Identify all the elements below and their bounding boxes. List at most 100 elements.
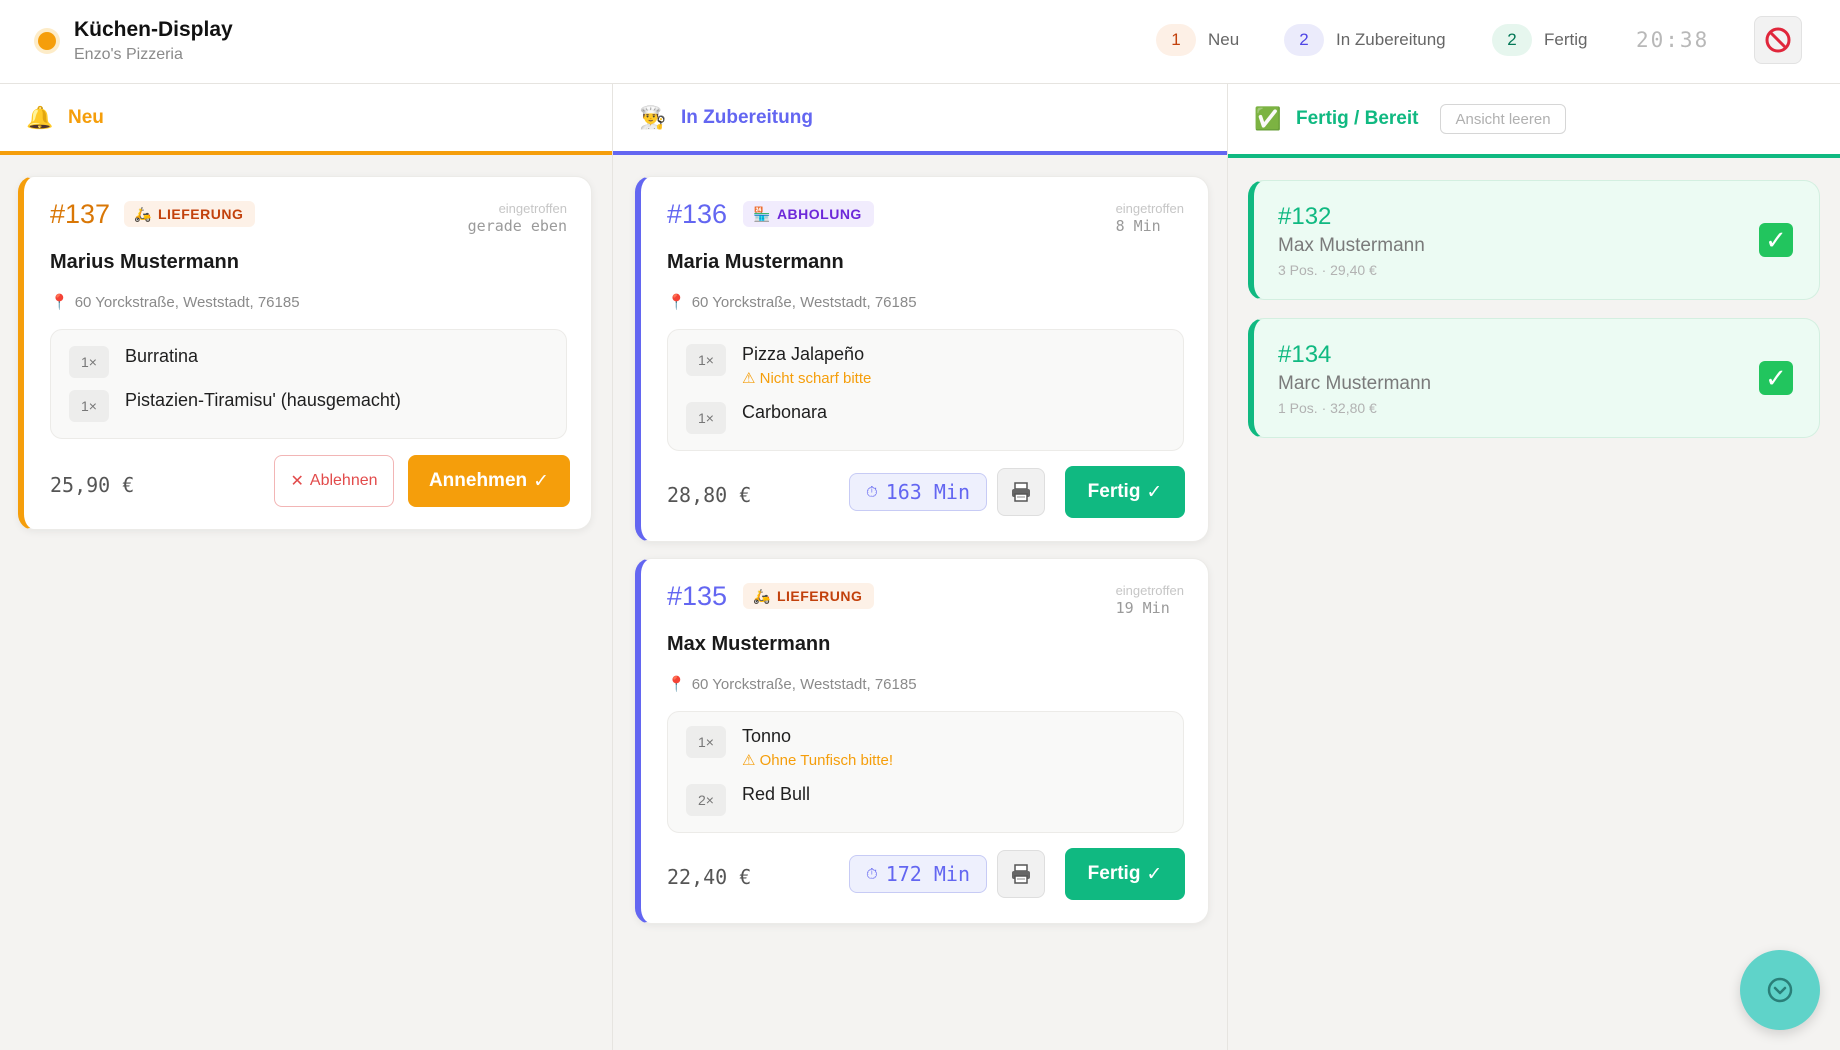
reject-button[interactable]: ✕ Ablehnen (274, 455, 394, 507)
order-total: 25,90 € (50, 473, 135, 497)
stopwatch-icon: ⏱ (866, 865, 878, 883)
arrival-info: eingetroffen 8 Min (1116, 201, 1184, 235)
order-items: 1× Tonno ⚠ Ohne Tunfisch bitte! 2× Red B… (667, 711, 1184, 833)
arrival-info: eingetroffen 19 Min (1116, 583, 1184, 617)
scooter-icon: 🛵 (753, 587, 771, 604)
item-quantity: 1× (686, 344, 726, 376)
elapsed-timer: ⏱ 163 Min (849, 473, 987, 511)
printer-icon (1012, 482, 1030, 502)
order-items: 1× Pizza Jalapeño ⚠ Nicht scharf bitte 1… (667, 329, 1184, 451)
clear-view-button[interactable]: Ansicht leeren (1440, 104, 1566, 134)
scooter-icon: 🛵 (134, 205, 152, 222)
order-number: #137 (50, 199, 111, 229)
mark-done-button[interactable]: Fertig ✓ (1065, 848, 1185, 900)
order-total: 22,40 € (667, 865, 752, 889)
arrival-label: eingetroffen (1115, 583, 1184, 598)
item-quantity: 1× (69, 346, 109, 378)
order-summary: 1 Pos. · 32,80 € (1278, 400, 1377, 416)
item-quantity: 2× (686, 784, 726, 816)
checkmark-icon: ✓ (1146, 863, 1163, 885)
item-name: Burratina (125, 346, 199, 366)
order-number: #135 (667, 581, 728, 611)
accept-button[interactable]: Annehmen ✓ (408, 455, 570, 507)
close-icon: ✕ (290, 473, 304, 490)
pin-icon: 📍 (667, 676, 686, 693)
counter-done-label: Fertig (1544, 30, 1588, 49)
item-note: ⚠ Nicht scharf bitte (742, 370, 872, 387)
elapsed-timer: ⏱ 172 Min (849, 855, 987, 893)
column-new: 🔔 Neu #137 🛵 LIEFERUNG eingetroffen gera… (0, 84, 612, 1050)
arrival-time: 8 Min (1115, 217, 1161, 235)
address-text: 60 Yorckstraße, Weststadt, 76185 (74, 293, 300, 311)
counter-preparing-label: In Zubereitung (1336, 30, 1446, 49)
customer-name: Max Mustermann (667, 633, 831, 655)
check-box-icon: ✅ (1254, 106, 1282, 131)
order-card-136[interactable]: #136 🏪 ABHOLUNG eingetroffen 8 Min Maria… (635, 176, 1209, 542)
column-new-title: Neu (68, 106, 104, 128)
counter-new-count: 1 (1156, 24, 1196, 56)
item-name: Pizza Jalapeño (742, 344, 865, 364)
column-done: ✅ Fertig / Bereit Ansicht leeren #132 Ma… (1228, 84, 1840, 1050)
item-quantity: 1× (686, 726, 726, 758)
accept-label: Annehmen (428, 470, 528, 491)
app-title: Küchen-Display (74, 18, 233, 41)
item-name: Carbonara (742, 402, 828, 422)
customer-name: Maria Mustermann (667, 251, 844, 273)
counter-done: 2 Fertig (1492, 24, 1587, 56)
timer-value: 172 Min (885, 862, 970, 886)
chevron-down-circle-icon (1767, 977, 1793, 1003)
order-number: #134 (1278, 341, 1332, 368)
column-preparing-header: 👨‍🍳 In Zubereitung (613, 84, 1227, 155)
order-number: #132 (1278, 203, 1332, 230)
pause-orders-button[interactable] (1754, 16, 1802, 64)
column-preparing-title: In Zubereitung (681, 106, 813, 128)
reject-label: Ablehnen (309, 472, 378, 489)
order-type-label: ABHOLUNG (776, 206, 862, 222)
item-quantity: 1× (686, 402, 726, 434)
order-card-135[interactable]: #135 🛵 LIEFERUNG eingetroffen 19 Min Max… (635, 558, 1209, 924)
done-order-card-134[interactable]: #134 Marc Mustermann 1 Pos. · 32,80 € ✓ (1248, 318, 1820, 438)
customer-name: Marius Mustermann (50, 251, 239, 273)
delivery-address: 📍 60 Yorckstraße, Weststadt, 76185 (50, 293, 300, 312)
chef-icon: 👨‍🍳 (639, 104, 667, 130)
order-type-label: LIEFERUNG (776, 588, 863, 604)
counter-preparing-count: 2 (1284, 24, 1324, 56)
print-button[interactable] (997, 468, 1045, 516)
arrival-time: gerade eben (467, 217, 567, 235)
order-number: #136 (667, 199, 728, 229)
arrival-label: eingetroffen (1115, 201, 1184, 216)
arrival-info: eingetroffen gerade eben (468, 201, 567, 235)
done-label: Fertig (1087, 863, 1141, 884)
counter-new-label: Neu (1208, 30, 1240, 49)
column-new-header: 🔔 Neu (0, 84, 612, 155)
order-total: 28,80 € (667, 483, 752, 507)
counter-done-count: 2 (1492, 24, 1532, 56)
column-preparing: 👨‍🍳 In Zubereitung #136 🏪 ABHOLUNG einge… (612, 84, 1228, 1050)
item-name: Red Bull (742, 784, 811, 804)
bell-icon: 🔔 (26, 104, 54, 130)
item-note: ⚠ Ohne Tunfisch bitte! (742, 752, 894, 769)
top-bar: Küchen-Display Enzo's Pizzeria 1 Neu 2 I… (0, 0, 1840, 84)
stopwatch-icon: ⏱ (866, 483, 878, 501)
item-quantity: 1× (69, 390, 109, 422)
order-type-badge: 🛵 LIEFERUNG (743, 583, 875, 609)
address-text: 60 Yorckstraße, Weststadt, 76185 (691, 675, 917, 693)
mark-done-button[interactable]: Fertig ✓ (1065, 466, 1185, 518)
done-label: Fertig (1087, 481, 1141, 502)
item-name: Pistazien-Tiramisu' (hausgemacht) (125, 390, 401, 410)
clock: 20:38 (1636, 28, 1710, 52)
order-type-label: LIEFERUNG (157, 206, 244, 222)
floating-action-button[interactable] (1740, 950, 1820, 1030)
customer-name: Max Mustermann (1278, 235, 1425, 256)
store-icon: 🏪 (753, 205, 771, 222)
order-summary: 3 Pos. · 29,40 € (1278, 262, 1377, 278)
arrival-time: 19 Min (1115, 599, 1170, 617)
address-text: 60 Yorckstraße, Weststadt, 76185 (691, 293, 917, 311)
done-order-card-132[interactable]: #132 Max Mustermann 3 Pos. · 29,40 € ✓ (1248, 180, 1820, 300)
print-button[interactable] (997, 850, 1045, 898)
counter-new: 1 Neu (1156, 24, 1239, 56)
order-card-137[interactable]: #137 🛵 LIEFERUNG eingetroffen gerade ebe… (18, 176, 592, 530)
order-type-badge: 🛵 LIEFERUNG (124, 201, 256, 227)
restaurant-name: Enzo's Pizzeria (74, 46, 183, 63)
checkmark-icon: ✓ (533, 470, 550, 492)
